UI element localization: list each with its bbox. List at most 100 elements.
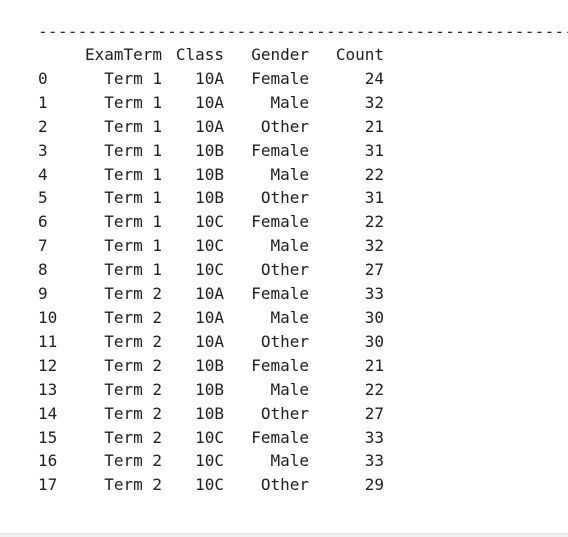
cell-count: 21 [364, 355, 384, 375]
cell-gender: Male [270, 451, 309, 471]
cell-gender: Other [260, 260, 309, 280]
row-index: 10 [38, 307, 58, 327]
cell-count: 27 [364, 260, 384, 280]
cell-examterm: Term 2 [104, 307, 162, 327]
table-row: 0 Term 1 10A Female 24 [30, 67, 384, 91]
cell-class: 10A [195, 331, 224, 351]
row-index: 16 [38, 451, 58, 471]
cell-examterm: Term 2 [104, 403, 162, 423]
row-index: 3 [38, 140, 48, 160]
cell-count: 31 [364, 140, 384, 160]
cell-class: 10A [195, 307, 224, 327]
index-header [30, 43, 76, 67]
table-row: 16 Term 2 10C Male 33 [30, 449, 384, 473]
cell-gender: Female [251, 427, 309, 447]
cell-class: 10A [195, 116, 224, 136]
cell-class: 10B [195, 164, 224, 184]
cell-count: 27 [364, 403, 384, 423]
table-row: 2 Term 1 10A Other 21 [30, 115, 384, 139]
cell-examterm: Term 2 [104, 331, 162, 351]
cell-count: 30 [364, 331, 384, 351]
cell-output-area: ----------------------------------------… [0, 0, 568, 533]
cell-count: 22 [364, 379, 384, 399]
cell-count: 32 [364, 236, 384, 256]
cell-class: 10B [195, 379, 224, 399]
cell-gender: Female [251, 68, 309, 88]
cell-examterm: Term 1 [104, 140, 162, 160]
cell-examterm: Term 1 [104, 236, 162, 256]
row-index: 12 [38, 355, 58, 375]
cell-gender: Male [270, 379, 309, 399]
cell-class: 10C [195, 236, 224, 256]
table-row: 3 Term 1 10B Female 31 [30, 139, 384, 163]
table-header-row: ExamTerm Class Gender Count [30, 43, 384, 67]
cell-examterm: Term 1 [104, 92, 162, 112]
table-body: 0 Term 1 10A Female 24 1 Term 1 10A Male 32 2 Term … [30, 67, 384, 497]
cell-class: 10C [195, 260, 224, 280]
row-index: 15 [38, 427, 58, 447]
cell-count: 22 [364, 212, 384, 232]
cell-examterm: Term 2 [104, 284, 162, 304]
table-row: 1 Term 1 10A Male 32 [30, 91, 384, 115]
cell-examterm: Term 2 [104, 427, 162, 447]
cell-count: 21 [364, 116, 384, 136]
row-index: 17 [38, 475, 58, 495]
cell-gender: Other [260, 116, 309, 136]
cell-gender: Male [270, 164, 309, 184]
column-header-class: Class [175, 45, 224, 64]
cell-examterm: Term 2 [104, 475, 162, 495]
cell-gender: Male [270, 236, 309, 256]
cell-gender: Other [260, 188, 309, 208]
cell-examterm: Term 2 [104, 379, 162, 399]
cell-class: 10C [195, 427, 224, 447]
cell-examterm: Term 2 [104, 355, 162, 375]
table-row: 12 Term 2 10B Female 21 [30, 354, 384, 378]
cell-examterm: Term 1 [104, 260, 162, 280]
table-row: 11 Term 2 10A Other 30 [30, 330, 384, 354]
cell-class: 10C [195, 475, 224, 495]
cell-class: 10A [195, 92, 224, 112]
cell-class: 10B [195, 140, 224, 160]
output-bottom-border [0, 533, 568, 537]
cell-class: 10A [195, 284, 224, 304]
table-row: 17 Term 2 10C Other 29 [30, 473, 384, 497]
row-index: 0 [38, 68, 48, 88]
cell-examterm: Term 1 [104, 116, 162, 136]
cell-gender: Female [251, 355, 309, 375]
cell-count: 31 [364, 188, 384, 208]
table-row: 15 Term 2 10C Female 33 [30, 426, 384, 450]
cell-gender: Male [270, 307, 309, 327]
row-index: 6 [38, 212, 48, 232]
cell-gender: Female [251, 212, 309, 232]
cell-class: 10B [195, 355, 224, 375]
cell-count: 33 [364, 284, 384, 304]
cell-class: 10B [195, 188, 224, 208]
row-index: 9 [38, 284, 48, 304]
cell-gender: Female [251, 284, 309, 304]
cell-count: 33 [364, 427, 384, 447]
cell-count: 32 [364, 92, 384, 112]
cell-count: 24 [364, 68, 384, 88]
table-row: 9 Term 2 10A Female 33 [30, 282, 384, 306]
cell-gender: Other [260, 403, 309, 423]
cell-count: 22 [364, 164, 384, 184]
cell-count: 33 [364, 451, 384, 471]
column-header-gender: Gender [251, 45, 309, 64]
cell-class: 10B [195, 403, 224, 423]
row-index: 11 [38, 331, 58, 351]
cell-gender: Male [270, 92, 309, 112]
column-header-examterm: ExamTerm [84, 45, 162, 64]
row-index: 14 [38, 403, 58, 423]
cell-gender: Other [260, 331, 309, 351]
table-row: 14 Term 2 10B Other 27 [30, 402, 384, 426]
table-row: 5 Term 1 10B Other 31 [30, 186, 384, 210]
table-row: 7 Term 1 10C Male 32 [30, 234, 384, 258]
table-row: 4 Term 1 10B Male 22 [30, 163, 384, 187]
row-index: 7 [38, 236, 48, 256]
cell-examterm: Term 1 [104, 68, 162, 88]
separator-line: ----------------------------------------… [38, 22, 568, 41]
table-row: 10 Term 2 10A Male 30 [30, 306, 384, 330]
table-row: 6 Term 1 10C Female 22 [30, 210, 384, 234]
cell-examterm: Term 1 [104, 164, 162, 184]
table-row: 13 Term 2 10B Male 22 [30, 378, 384, 402]
